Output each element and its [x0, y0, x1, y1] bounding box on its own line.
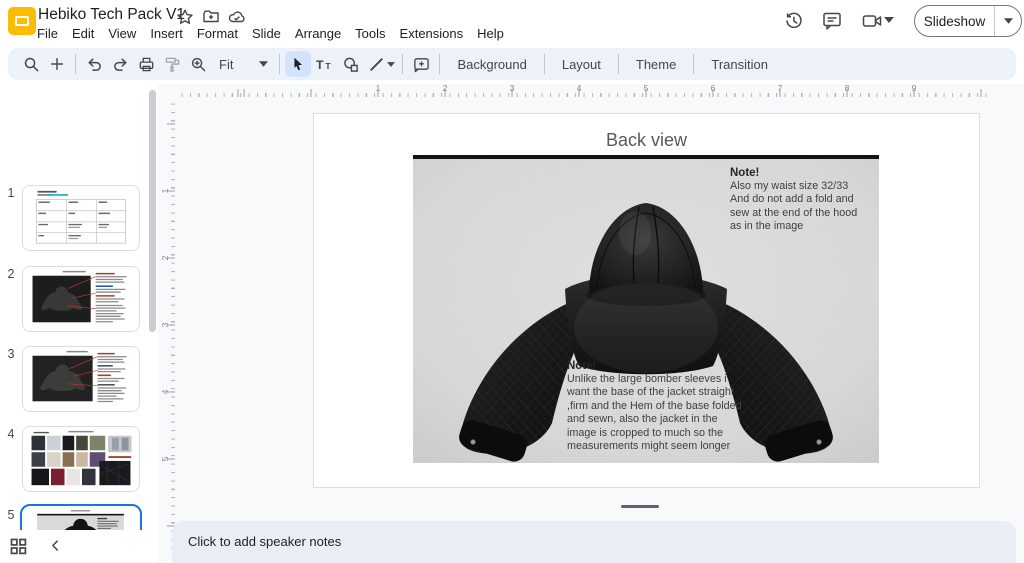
ruler-number: 7 [773, 83, 787, 93]
zoom-in-icon[interactable] [185, 51, 211, 77]
slide-thumbnail-1[interactable] [22, 185, 140, 251]
meet-camera-icon[interactable] [861, 10, 883, 32]
paint-format-icon[interactable] [159, 51, 185, 77]
slide-thumbnail-5[interactable] [20, 504, 142, 530]
print-icon[interactable] [133, 51, 159, 77]
toolbar: Fit T T Background Layou [8, 48, 1016, 80]
camera-dropdown-caret[interactable] [884, 17, 894, 23]
note-body: Also my waist size 32/33And do not add a… [730, 180, 886, 234]
speaker-notes-panel[interactable]: Click to add speaker notes [172, 521, 1016, 563]
note-bottom-textbox[interactable]: Note! Unlike the large bomber sleeves iw… [567, 360, 753, 453]
menu-format[interactable]: Format [190, 24, 245, 44]
ruler-number: 4 [572, 83, 586, 93]
filmstrip-scrollbar[interactable] [149, 90, 156, 332]
slide-number: 1 [4, 186, 18, 200]
menu-help[interactable]: Help [470, 24, 511, 44]
ruler-number: 4 [160, 385, 174, 399]
note-heading: Note! [567, 360, 753, 372]
svg-text:T: T [325, 60, 331, 70]
undo-icon[interactable] [81, 51, 107, 77]
ruler-number: 1 [371, 83, 385, 93]
slide-number: 4 [4, 427, 18, 441]
line-icon[interactable] [363, 51, 389, 77]
slideshow-button[interactable]: Slideshow [914, 5, 1022, 37]
menu-file[interactable]: File [30, 24, 65, 44]
ruler-number: 5 [639, 83, 653, 93]
textbox-icon[interactable]: T T [311, 51, 337, 77]
svg-text:T: T [316, 57, 324, 71]
comment-icon[interactable] [821, 10, 843, 32]
app-header: Hebiko Tech Pack V1 File Edit View Inser… [0, 0, 1024, 48]
note-top-textbox[interactable]: Note! Also my waist size 32/33And do not… [730, 167, 886, 234]
document-title[interactable]: Hebiko Tech Pack V1 [38, 6, 185, 24]
layout-button[interactable]: Layout [550, 52, 613, 77]
speaker-notes-placeholder: Click to add speaker notes [188, 534, 341, 549]
slide-number: 2 [4, 267, 18, 281]
filmstrip-viewport: 1 2 [0, 84, 158, 530]
ruler-number: 1 [160, 184, 174, 198]
ruler-number: 3 [160, 318, 174, 332]
menu-tools[interactable]: Tools [348, 24, 392, 44]
ruler-number: 3 [505, 83, 519, 93]
add-icon[interactable] [44, 51, 70, 77]
ruler-number: 5 [160, 452, 174, 466]
menu-extensions[interactable]: Extensions [393, 24, 471, 44]
slide-thumbnail-4[interactable] [22, 426, 140, 492]
slide-thumbnail-2[interactable] [22, 266, 140, 332]
slide-title-text[interactable]: Back view [314, 130, 979, 151]
menu-insert[interactable]: Insert [143, 24, 190, 44]
ruler-number: 2 [160, 251, 174, 265]
grid-view-icon[interactable] [10, 538, 27, 555]
note-heading: Note! [730, 167, 886, 179]
shape-icon[interactable] [337, 51, 363, 77]
ruler-number: 6 [706, 83, 720, 93]
slide-filmstrip: 1 2 [0, 84, 158, 563]
transition-button[interactable]: Transition [699, 52, 780, 77]
filmstrip-bottom-bar [0, 530, 158, 563]
ruler-number: 8 [840, 83, 854, 93]
menu-view[interactable]: View [101, 24, 143, 44]
select-cursor-icon[interactable] [285, 51, 311, 77]
search-icon[interactable] [18, 51, 44, 77]
slide-thumbnail-3[interactable] [22, 346, 140, 412]
ruler-number: 2 [438, 83, 452, 93]
chevron-down-icon [259, 61, 268, 67]
speaker-notes-resize-handle[interactable] [621, 505, 659, 508]
slideshow-dropdown[interactable] [994, 6, 1021, 36]
background-button[interactable]: Background [445, 52, 538, 77]
note-body: Unlike the large bomber sleeves iwant th… [567, 373, 753, 453]
ruler-number: 9 [907, 83, 921, 93]
line-dropdown-caret[interactable] [387, 62, 395, 67]
theme-button[interactable]: Theme [624, 52, 688, 77]
insert-comment-icon[interactable] [408, 51, 434, 77]
slide-number: 5 [4, 508, 18, 522]
zoom-select[interactable]: Fit [211, 54, 274, 75]
slide-number: 3 [4, 347, 18, 361]
collapse-filmstrip-icon[interactable] [48, 538, 65, 555]
menu-arrange[interactable]: Arrange [288, 24, 348, 44]
vertical-ruler: 1 2 3 4 5 [162, 100, 176, 550]
menu-slide[interactable]: Slide [245, 24, 288, 44]
version-history-icon[interactable] [783, 10, 805, 32]
editor-canvas: 1 2 3 4 5 6 7 8 9 1 2 3 4 5 Back view [158, 84, 1024, 563]
redo-icon[interactable] [107, 51, 133, 77]
menubar: File Edit View Insert Format Slide Arran… [30, 24, 511, 44]
zoom-select-value: Fit [219, 57, 233, 72]
menu-edit[interactable]: Edit [65, 24, 101, 44]
horizontal-ruler: 1 2 3 4 5 6 7 8 9 [178, 84, 988, 98]
slide-editing-area[interactable]: Back view [313, 113, 980, 488]
jacket-back-view-image[interactable]: Note! Also my waist size 32/33And do not… [413, 155, 879, 463]
slideshow-label: Slideshow [915, 6, 994, 36]
